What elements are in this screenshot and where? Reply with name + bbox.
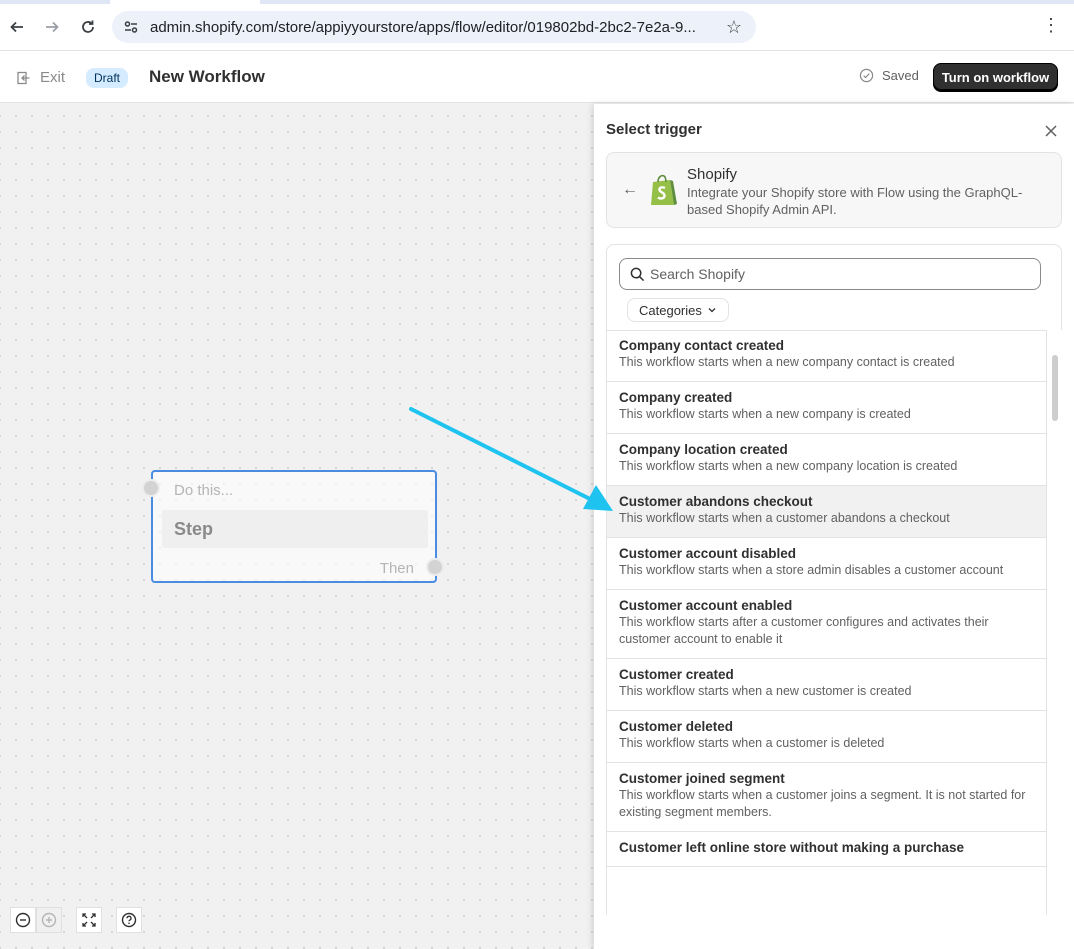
output-port[interactable] — [426, 558, 444, 576]
trigger-item-company-location-created[interactable]: Company location created This workflow s… — [607, 434, 1046, 486]
app-name: Shopify — [687, 166, 738, 183]
trigger-description: This workflow starts when a new company … — [619, 459, 958, 473]
exit-icon — [17, 71, 30, 84]
saved-label: Saved — [882, 68, 919, 83]
trigger-description: This workflow starts when a customer is … — [619, 736, 885, 750]
trigger-description: This workflow starts when a new company … — [619, 407, 911, 421]
trigger-item-customer-joined-segment[interactable]: Customer joined segment This workflow st… — [607, 763, 1046, 832]
trigger-description: This workflow starts when a customer joi… — [619, 788, 1026, 819]
trigger-title: Company location created — [619, 442, 788, 457]
input-port[interactable] — [142, 479, 160, 497]
select-trigger-panel: Select trigger ← Shopify Integrate your … — [594, 104, 1074, 949]
trigger-title: Customer created — [619, 667, 734, 682]
fit-view-icon[interactable] — [76, 907, 102, 933]
forward-icon[interactable] — [41, 16, 63, 38]
trigger-item-customer-created[interactable]: Customer created This workflow starts wh… — [607, 659, 1046, 711]
address-bar[interactable]: admin.shopify.com/store/appiyyourstore/a… — [112, 11, 756, 43]
reload-icon[interactable] — [77, 16, 99, 38]
turn-on-workflow-button[interactable]: Turn on workflow — [933, 63, 1058, 91]
trigger-list[interactable]: Company contact created This workflow st… — [606, 330, 1047, 915]
trigger-title: Customer left online store without makin… — [619, 840, 965, 855]
step-node[interactable]: Do this... Step Then — [151, 470, 437, 583]
trigger-title: Customer abandons checkout — [619, 494, 813, 509]
trigger-item-customer-account-enabled[interactable]: Customer account enabled This workflow s… — [607, 590, 1046, 659]
trigger-item-customer-deleted[interactable]: Customer deleted This workflow starts wh… — [607, 711, 1046, 763]
categories-label: Categories — [639, 302, 702, 318]
annotation-arrow — [409, 407, 613, 511]
trigger-item-customer-account-disabled[interactable]: Customer account disabled This workflow … — [607, 538, 1046, 590]
exit-label: Exit — [40, 69, 66, 86]
shopify-logo-icon — [651, 174, 677, 205]
browser-toolbar: admin.shopify.com/store/appiyyourstore/a… — [0, 0, 1074, 51]
trigger-title: Customer joined segment — [619, 771, 785, 786]
page-title[interactable]: New Workflow — [149, 67, 265, 87]
zoom-out-icon[interactable] — [10, 907, 36, 933]
check-circle-icon — [859, 68, 874, 83]
exit-button[interactable]: Exit — [17, 69, 65, 86]
status-badge: Draft — [86, 68, 129, 88]
step-box[interactable]: Step — [162, 510, 428, 548]
url-text: admin.shopify.com/store/appiyyourstore/a… — [150, 19, 696, 36]
step-prompt: Do this... — [174, 482, 234, 499]
search-icon — [630, 267, 645, 282]
search-field[interactable] — [619, 258, 1041, 290]
app-description: Integrate your Shopify store with Flow u… — [687, 185, 1023, 217]
search-input[interactable] — [650, 263, 1030, 285]
trigger-description: This workflow starts when a new customer… — [619, 684, 912, 698]
trigger-item-company-contact-created[interactable]: Company contact created This workflow st… — [607, 331, 1046, 382]
panel-title: Select trigger — [606, 121, 702, 138]
search-section: Categories — [606, 244, 1062, 330]
close-icon[interactable] — [1044, 124, 1058, 138]
trigger-title: Customer deleted — [619, 719, 734, 734]
site-settings-icon[interactable] — [123, 19, 139, 35]
active-tab[interactable] — [110, 0, 260, 4]
back-arrow-icon[interactable]: ← — [622, 181, 638, 199]
canvas-controls — [10, 907, 142, 933]
back-icon[interactable] — [6, 16, 28, 38]
step-label: Step — [174, 519, 214, 539]
categories-button[interactable]: Categories — [627, 298, 729, 322]
chevron-down-icon — [708, 308, 716, 313]
trigger-item-customer-left-online-store[interactable]: Customer left online store without makin… — [607, 832, 1046, 867]
trigger-description: This workflow starts after a customer co… — [619, 615, 989, 646]
app-card: ← Shopify Integrate your Shopify store w… — [606, 152, 1062, 228]
trigger-description: This workflow starts when a customer aba… — [619, 511, 950, 525]
trigger-item-customer-abandons-checkout[interactable]: Customer abandons checkout This workflow… — [607, 486, 1046, 538]
bookmark-star-icon[interactable]: ☆ — [726, 17, 742, 38]
then-label: Then — [379, 560, 414, 577]
trigger-description: This workflow starts when a new company … — [619, 355, 955, 369]
trigger-item-company-created[interactable]: Company created This workflow starts whe… — [607, 382, 1046, 434]
trigger-title: Customer account disabled — [619, 546, 797, 561]
app-header: Exit Draft New Workflow Saved Turn on wo… — [0, 51, 1074, 103]
tab-strip — [0, 0, 1074, 4]
browser-menu-icon[interactable]: ⋮ — [1042, 16, 1060, 34]
trigger-title: Customer account enabled — [619, 598, 793, 613]
saved-status: Saved — [859, 68, 919, 83]
help-icon[interactable] — [116, 907, 142, 933]
trigger-title: Company contact created — [619, 338, 785, 353]
zoom-in-icon[interactable] — [36, 907, 62, 933]
trigger-description: This workflow starts when a store admin … — [619, 563, 1004, 577]
scrollbar[interactable] — [1052, 355, 1058, 421]
trigger-title: Company created — [619, 390, 733, 405]
